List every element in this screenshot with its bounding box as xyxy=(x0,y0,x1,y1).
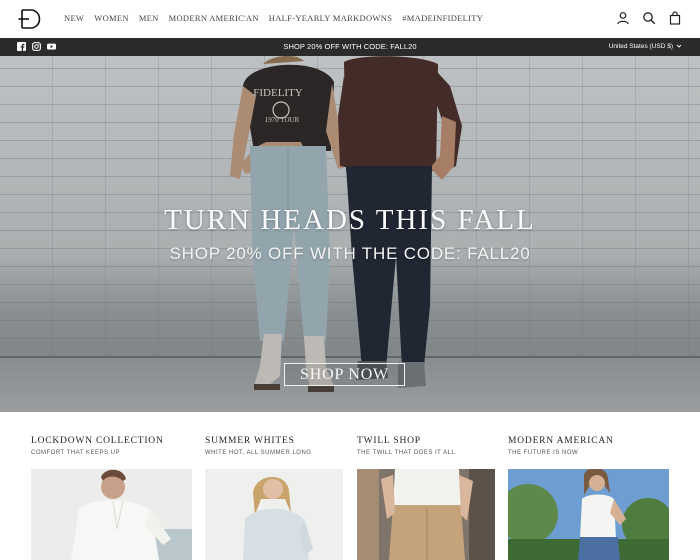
collection-title[interactable]: LOCKDOWN COLLECTION xyxy=(31,436,164,446)
cart-icon[interactable] xyxy=(668,11,682,25)
announcement-text: SHOP 20% OFF WITH CODE: FALL20 xyxy=(283,42,417,51)
collection-title[interactable]: SUMMER WHITES xyxy=(205,436,311,446)
nav-women[interactable]: WOMEN xyxy=(94,13,129,23)
collection-image-lockdown[interactable] xyxy=(31,469,192,560)
currency-selector[interactable]: United States (USD $) xyxy=(609,43,682,50)
collection-modern-american[interactable]: MODERN AMERICAN THE FUTURE IS NOW xyxy=(508,436,614,456)
announcement-bar: SHOP 20% OFF WITH CODE: FALL20 United St… xyxy=(0,38,700,56)
collection-image-summer-whites[interactable] xyxy=(205,469,343,560)
collection-title[interactable]: TWILL SHOP xyxy=(357,436,455,446)
shop-now-button[interactable]: SHOP NOW xyxy=(284,363,405,386)
collection-twill-shop[interactable]: TWILL SHOP THE TWILL THAT DOES IT ALL xyxy=(357,436,455,456)
nav-half-yearly-markdowns[interactable]: HALF-YEARLY MARKDOWNS xyxy=(269,13,392,23)
collection-subtitle: COMFORT THAT KEEPS UP xyxy=(31,450,120,456)
chevron-down-icon xyxy=(676,44,682,48)
collection-subtitle: THE FUTURE IS NOW xyxy=(508,450,579,456)
nav-madeinfidelity[interactable]: #MADEINFIDELITY xyxy=(402,13,483,23)
currency-label: United States (USD $) xyxy=(608,42,673,50)
collection-image-twill-shop[interactable] xyxy=(357,469,495,560)
nav-modern-american[interactable]: MODERN AMERIC'AN xyxy=(169,13,259,23)
collection-summer-whites[interactable]: SUMMER WHITES WHITE HOT, ALL SUMMER LONG xyxy=(205,436,311,456)
hero-title: TURN HEADS THIS FALL xyxy=(164,204,536,236)
collection-title[interactable]: MODERN AMERICAN xyxy=(508,436,614,446)
collection-image-modern-american[interactable] xyxy=(508,469,669,560)
hero-banner: FIDELITY 1970 TOUR TURN HEADS THIS FALL … xyxy=(0,56,700,412)
main-nav: NEW WOMEN MEN MODERN AMERIC'AN HALF-YEAR… xyxy=(64,13,483,23)
nav-new[interactable]: NEW xyxy=(64,13,84,23)
collection-subtitle: WHITE HOT, ALL SUMMER LONG xyxy=(205,450,312,456)
nav-men[interactable]: MEN xyxy=(139,13,159,23)
search-icon[interactable] xyxy=(642,11,656,25)
collections-section: LOCKDOWN COLLECTION COMFORT THAT KEEPS U… xyxy=(0,412,700,560)
collection-lockdown[interactable]: LOCKDOWN COLLECTION COMFORT THAT KEEPS U… xyxy=(31,436,164,456)
site-header: NEW WOMEN MEN MODERN AMERIC'AN HALF-YEAR… xyxy=(0,0,700,38)
account-icon[interactable] xyxy=(616,11,630,25)
header-icons xyxy=(616,11,682,25)
fidelity-logo[interactable] xyxy=(18,7,42,31)
hero-subtitle: SHOP 20% OFF WITH THE CODE: FALL20 xyxy=(169,244,531,263)
collection-subtitle: THE TWILL THAT DOES IT ALL xyxy=(357,450,456,456)
